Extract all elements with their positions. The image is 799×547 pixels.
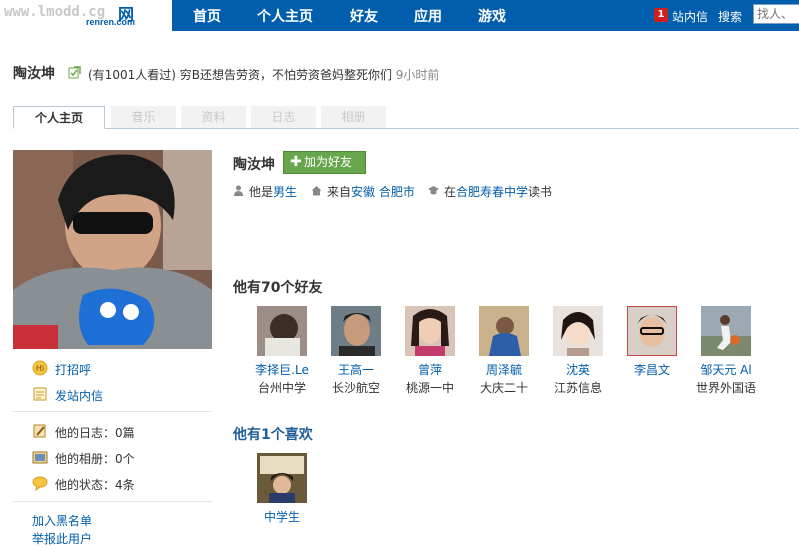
profile-name-header[interactable]: 陶汝坤 [13, 63, 55, 83]
tab-divider [13, 128, 799, 129]
school-suffix: 读书 [528, 185, 553, 199]
nav-friends[interactable]: 好友 [350, 6, 378, 26]
left-divider-2 [13, 501, 212, 502]
friend-avatar[interactable] [405, 306, 455, 356]
renren-logo[interactable]: www.lmodd.cg 网 renren.com [0, 0, 172, 31]
greet-icon: Hi [32, 360, 48, 376]
add-friend-button[interactable]: ✚ 加为好友 [283, 151, 366, 174]
message-icon [33, 387, 47, 401]
friend-school: 长沙航空 [331, 381, 380, 395]
friend-name[interactable]: 邹天元 Al [691, 361, 761, 378]
view-count: (有1001人看过) [88, 68, 176, 82]
friend-name[interactable]: 沈英 [543, 361, 613, 378]
from-prefix: 来自 [327, 185, 352, 199]
friend-name[interactable]: 王高一 [321, 361, 391, 378]
status-time: 9小时前 [395, 68, 440, 82]
school-prefix: 在 [444, 185, 457, 199]
friend-school: 世界外国语 [695, 381, 756, 395]
school-link[interactable]: 合肥寿春中学 [456, 185, 528, 199]
hometown-info: 来自安徽 合肥市 [327, 183, 415, 200]
tab-music[interactable]: 音乐 [111, 106, 176, 128]
gender-link[interactable]: 男生 [273, 185, 297, 199]
svg-text:Hi: Hi [36, 364, 44, 373]
person-icon [234, 185, 243, 196]
tab-profile[interactable]: 个人主页 [13, 106, 105, 129]
tab-info[interactable]: 资料 [181, 106, 246, 128]
report-link[interactable]: 举报此用户 [32, 530, 92, 547]
blacklist-link[interactable]: 加入黑名单 [32, 512, 92, 529]
friend-avatar[interactable] [331, 306, 381, 356]
friend-name[interactable]: 曾萍 [395, 361, 465, 378]
search-link[interactable]: 搜索 [718, 8, 742, 25]
nav-games[interactable]: 游戏 [478, 6, 506, 26]
status-count[interactable]: 他的状态：4条 [55, 476, 135, 493]
friend-school: 江苏信息 [553, 381, 602, 395]
friend-avatar[interactable] [627, 306, 677, 356]
friend-avatar[interactable] [257, 306, 307, 356]
blog-icon [33, 424, 46, 438]
logo-brand: renren.com [86, 17, 136, 27]
greet-link[interactable]: 打招呼 [55, 361, 91, 378]
city-link[interactable]: 合肥市 [379, 185, 415, 199]
search-input[interactable] [753, 4, 799, 24]
gender-info: 他是男生 [249, 183, 297, 200]
top-nav-bar: www.lmodd.cg 网 renren.com 首页 个人主页 好友 应用 … [0, 0, 799, 31]
profile-avatar[interactable] [13, 150, 212, 349]
message-count-badge: 1 [654, 8, 668, 22]
status-icon [32, 476, 48, 491]
blog-count[interactable]: 他的日志：0篇 [55, 424, 135, 441]
profile-name: 陶汝坤 [233, 157, 275, 173]
send-message-link[interactable]: 发站内信 [55, 387, 103, 404]
friend-avatar[interactable] [701, 306, 751, 356]
like-avatar[interactable] [257, 453, 307, 503]
album-count[interactable]: 他的相册：0个 [55, 450, 135, 467]
vip-icon [68, 66, 81, 79]
like-name[interactable]: 中学生 [247, 508, 317, 525]
friend-avatar[interactable] [553, 306, 603, 356]
school-icon [428, 186, 439, 195]
friend-school: 台州中学 [257, 381, 306, 395]
left-divider [13, 411, 212, 412]
nav-apps[interactable]: 应用 [414, 6, 442, 26]
nav-profile[interactable]: 个人主页 [257, 6, 313, 26]
plus-icon: ✚ [290, 154, 302, 170]
friend-school: 桃源一中 [405, 381, 454, 395]
home-icon [311, 186, 322, 196]
friend-name[interactable]: 李昌文 [617, 361, 687, 378]
album-icon [32, 451, 48, 464]
likes-title[interactable]: 他有1个喜欢 [233, 424, 313, 444]
friend-name[interactable]: 李择巨.Le [247, 361, 317, 378]
gender-prefix: 他是 [249, 185, 274, 199]
nav-home[interactable]: 首页 [193, 6, 221, 26]
add-friend-label: 加为好友 [304, 155, 353, 169]
friends-title[interactable]: 他有70个好友 [233, 277, 322, 297]
tab-album[interactable]: 相册 [321, 106, 386, 128]
friend-avatar[interactable] [479, 306, 529, 356]
messages-link[interactable]: 站内信 [672, 8, 708, 25]
status-text: 穷B还想告劳资，不怕劳资爸妈整死你们 [179, 68, 392, 82]
status-line: (有1001人看过) 穷B还想告劳资，不怕劳资爸妈整死你们 9小时前 [88, 66, 439, 83]
school-info: 在合肥寿春中学读书 [444, 183, 552, 200]
tab-blog[interactable]: 日志 [251, 106, 316, 128]
friend-name[interactable]: 周泽毓 [469, 361, 539, 378]
province-link[interactable]: 安徽 [351, 185, 375, 199]
friend-school: 大庆二十 [479, 381, 528, 395]
